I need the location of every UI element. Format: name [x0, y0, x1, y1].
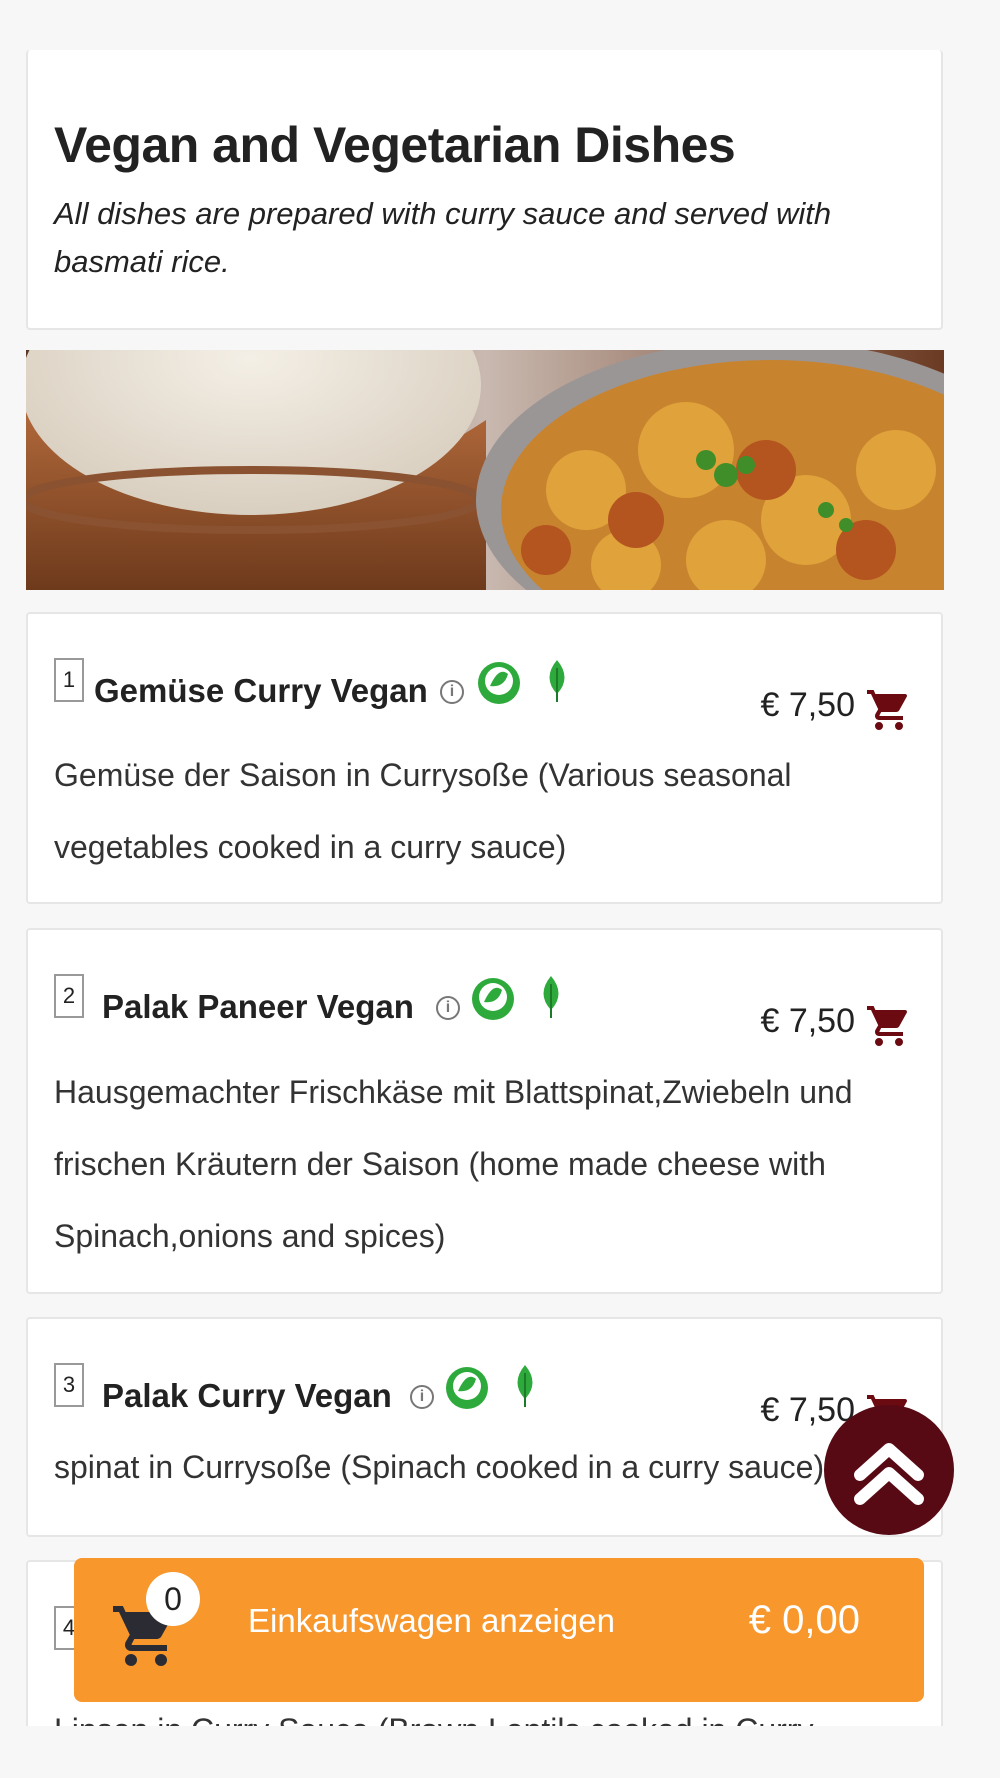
- scroll-to-top-button[interactable]: [824, 1405, 954, 1535]
- info-icon[interactable]: i: [440, 680, 464, 704]
- leaf-icon: [543, 976, 559, 1018]
- view-cart-button[interactable]: 0 Einkaufswagen anzeigen € 0,00: [74, 1558, 924, 1702]
- section-subtitle: All dishes are prepared with curry sauce…: [54, 196, 832, 279]
- dish-description: spinat in Currysoße (Spinach cooked in a…: [54, 1449, 825, 1485]
- dish-number: 1: [54, 658, 84, 702]
- dish-price: € 7,50: [760, 1002, 855, 1040]
- dishes-banner-image: [26, 350, 944, 590]
- info-icon[interactable]: i: [436, 996, 460, 1020]
- vegan-badge-icon: [446, 1367, 488, 1409]
- double-chevron-up-icon: [854, 1443, 924, 1505]
- add-to-cart-icon[interactable]: [865, 1002, 913, 1050]
- cart-count-badge: 0: [146, 1572, 200, 1626]
- dish-card-3: 3 Palak Curry Vegan i € 7,50 spinat in C…: [26, 1317, 943, 1537]
- dish-description: Gemüse der Saison in Currysoße (Various …: [54, 757, 792, 865]
- section-title: Vegan and Vegetarian Dishes: [54, 117, 736, 173]
- dish-card-1: 1 Gemüse Curry Vegan i € 7,50 Gemüse der…: [26, 612, 943, 904]
- vegan-badge-icon: [472, 978, 514, 1020]
- bottom-edge: [0, 1726, 1000, 1778]
- add-to-cart-icon[interactable]: [865, 686, 913, 734]
- dish-number: 2: [54, 974, 84, 1018]
- dish-price: € 7,50: [760, 686, 855, 724]
- cart-label: Einkaufswagen anzeigen: [248, 1602, 615, 1639]
- leaf-icon: [549, 660, 565, 702]
- dish-name: Palak Paneer Vegan: [102, 988, 414, 1025]
- info-icon[interactable]: i: [410, 1385, 434, 1409]
- dish-description: Hausgemachter Frischkäse mit Blattspinat…: [54, 1074, 853, 1254]
- dish-name: Gemüse Curry Vegan: [94, 672, 428, 709]
- dish-card-2: 2 Palak Paneer Vegan i € 7,50 Hausgemach…: [26, 928, 943, 1294]
- dish-name: Palak Curry Vegan: [102, 1377, 392, 1414]
- section-header: Vegan and Vegetarian Dishes All dishes a…: [26, 50, 943, 330]
- cart-total: € 0,00: [748, 1598, 860, 1642]
- vegan-badge-icon: [478, 662, 520, 704]
- dish-number: 3: [54, 1363, 84, 1407]
- leaf-icon: [517, 1365, 533, 1407]
